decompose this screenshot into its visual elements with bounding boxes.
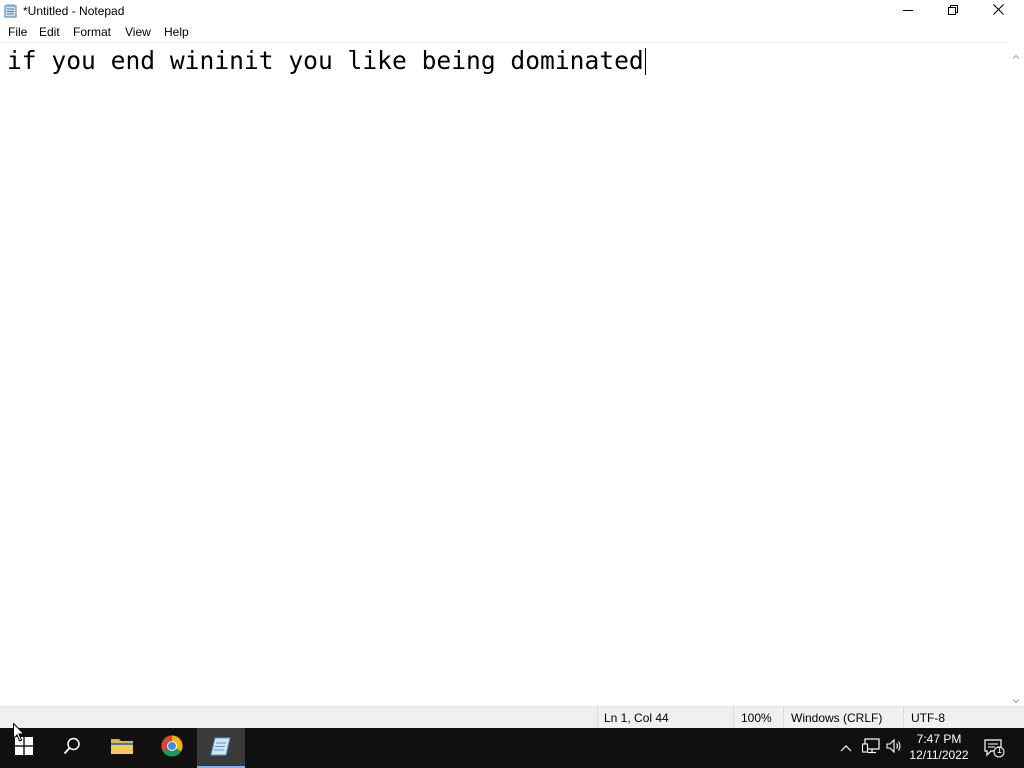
notification-count: 1 [996,745,1002,755]
text-caret [644,47,646,75]
notepad-app-icon[interactable] [4,4,17,18]
restore-icon [947,2,958,20]
chevron-up-icon [840,739,852,757]
notepad-icon [210,735,232,762]
menu-help[interactable]: Help [163,25,190,39]
show-hidden-icons-button[interactable] [836,728,856,768]
mouse-pointer-icon [13,722,26,742]
search-icon [63,737,81,760]
clock-date: 12/11/2022 [909,748,969,762]
file-explorer-button[interactable] [98,728,146,768]
menu-edit[interactable]: Edit [38,25,61,39]
chrome-button[interactable] [148,728,196,768]
scroll-down-arrow-icon[interactable] [1012,692,1020,704]
status-line-ending: Windows (CRLF) [791,711,883,725]
menu-format[interactable]: Format [72,25,112,39]
title-bar[interactable]: *Untitled - Notepad [0,0,1024,22]
restore-button[interactable] [930,0,975,22]
action-center-button[interactable]: 1 [980,728,1008,768]
text-editor-area[interactable]: if you end wininit you like being domina… [0,42,1008,707]
notepad-window: *Untitled - Notepad File Edit Format Vie… [0,0,1024,729]
menu-view[interactable]: View [124,25,152,39]
network-tray-button[interactable] [860,728,882,768]
status-divider [597,707,598,729]
minimize-icon [902,2,913,20]
close-button[interactable] [976,0,1021,22]
menu-file[interactable]: File [7,25,28,39]
status-divider [903,707,904,729]
status-zoom: 100% [741,711,772,725]
network-icon [861,737,880,759]
editor-text: if you end wininit you like being domina… [7,46,644,75]
file-explorer-icon [110,736,134,761]
volume-tray-button[interactable] [884,728,904,768]
scroll-up-arrow-icon[interactable] [1012,48,1020,59]
status-divider [733,707,734,729]
status-bar: Ln 1, Col 44 100% Windows (CRLF) UTF-8 [0,706,1024,729]
chrome-icon [161,735,183,762]
taskbar: 7:47 PM 12/11/2022 1 [0,728,1024,768]
status-cursor-position: Ln 1, Col 44 [604,711,669,725]
minimize-button[interactable] [885,0,930,22]
clock-button[interactable]: 7:47 PM 12/11/2022 [902,728,976,768]
vertical-scrollbar[interactable] [1008,42,1024,706]
notification-icon: 1 [983,738,1005,758]
window-title: *Untitled - Notepad [23,4,125,18]
status-encoding: UTF-8 [911,711,945,725]
notepad-taskbar-button[interactable] [197,728,245,768]
clock-time: 7:47 PM [916,732,962,746]
speaker-icon [886,738,902,759]
menu-bar: File Edit Format View Help [0,22,1024,42]
search-button[interactable] [48,728,96,768]
close-icon [993,2,1004,20]
status-divider [783,707,784,729]
editor-text-line[interactable]: if you end wininit you like being domina… [7,47,646,75]
